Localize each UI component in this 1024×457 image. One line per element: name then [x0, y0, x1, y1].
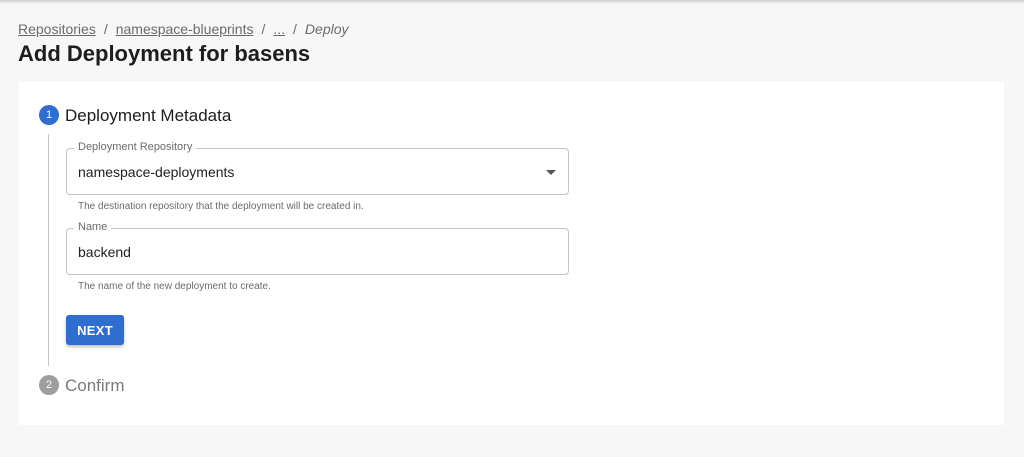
breadcrumb: Repositories / namespace-blueprints / ..…	[18, 21, 349, 37]
breadcrumb-link-repositories[interactable]: Repositories	[18, 21, 96, 37]
breadcrumb-separator: /	[293, 21, 297, 37]
deployment-repository-label: Deployment Repository	[74, 141, 197, 153]
deployment-repository-select[interactable]: Deployment Repository namespace-deployme…	[66, 141, 569, 195]
step-connector-line	[48, 134, 49, 366]
name-input[interactable]: Name backend	[66, 221, 569, 275]
dropdown-arrow-icon[interactable]	[546, 170, 556, 175]
breadcrumb-separator: /	[103, 21, 108, 37]
step-1-number: 1	[45, 109, 53, 121]
step-1-icon: 1	[39, 105, 59, 125]
breadcrumb-link-ellipsis[interactable]: ...	[273, 21, 285, 37]
deployment-repository-helper: The destination repository that the depl…	[78, 201, 364, 212]
breadcrumb-link-namespace-blueprints[interactable]: namespace-blueprints	[116, 21, 254, 37]
top-shadow	[0, 0, 1024, 4]
step-2-label: Confirm	[65, 376, 125, 395]
deployment-repository-value: namespace-deployments	[78, 164, 235, 180]
next-button[interactable]: NEXT	[66, 315, 124, 345]
breadcrumb-separator: /	[261, 21, 266, 37]
stepper-card: 1 Deployment Metadata Deployment Reposit…	[19, 82, 1004, 425]
name-helper: The name of the new deployment to create…	[78, 281, 271, 292]
name-value[interactable]: backend	[78, 244, 131, 260]
step-1-label: Deployment Metadata	[65, 106, 232, 125]
step-2-number: 2	[45, 379, 53, 391]
step-2-icon: 2	[39, 375, 59, 395]
page-title: Add Deployment for basens	[18, 41, 311, 66]
name-label: Name	[74, 221, 112, 233]
breadcrumb-current: Deploy	[304, 21, 349, 37]
